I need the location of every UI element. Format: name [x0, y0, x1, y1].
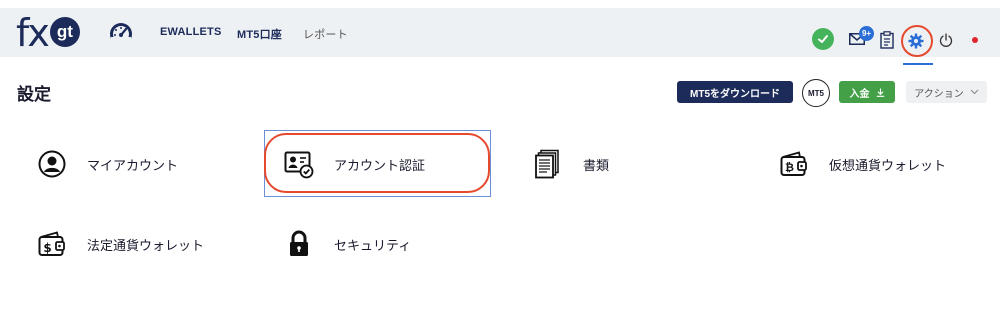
nav-mt5-accounts[interactable]: MT5口座 — [237, 26, 282, 42]
mt5-dropdown-button[interactable]: MT5 — [802, 79, 830, 107]
top-navigation-bar: fx gt EWALLETS MT5口座 レポート 9+ — [0, 8, 1000, 65]
logo-fx-text: fx — [16, 11, 50, 55]
action-label: アクション — [914, 88, 964, 100]
deposit-label: 入金 — [849, 88, 870, 100]
logo-gt-badge: gt — [49, 17, 80, 47]
id-card-check-icon — [284, 149, 314, 179]
settings-item-label: セキュリティ — [334, 237, 412, 253]
dashboard-speedometer-icon[interactable] — [108, 21, 134, 45]
settings-item-label: マイアカウント — [87, 157, 179, 173]
settings-item-crypto-wallet[interactable]: ₿ 仮想通貨ウォレット — [779, 148, 946, 180]
nav-ewallets[interactable]: EWALLETS — [160, 26, 222, 38]
mail-count-badge: 9+ — [859, 26, 874, 41]
download-arrow-icon — [876, 88, 884, 97]
nav-reports[interactable]: レポート — [303, 26, 348, 42]
settings-active-indicator — [903, 63, 933, 65]
gear-icon[interactable] — [907, 32, 925, 50]
svg-text:₿: ₿ — [785, 161, 794, 174]
verified-status-check-icon[interactable] — [812, 28, 834, 50]
chevron-down-icon — [970, 89, 979, 95]
settings-item-account-verification[interactable]: アカウント認証 — [284, 148, 425, 180]
deposit-button[interactable]: 入金 — [839, 81, 895, 103]
svg-text:$: $ — [43, 241, 51, 255]
documents-icon — [533, 149, 563, 179]
settings-item-label: 仮想通貨ウォレット — [829, 157, 947, 173]
mt5-download-button[interactable]: MT5をダウンロード — [677, 81, 793, 103]
settings-item-my-account[interactable]: マイアカウント — [37, 148, 178, 180]
page-title: 設定 — [17, 85, 51, 104]
settings-item-label: アカウント認証 — [334, 157, 426, 173]
settings-item-documents[interactable]: 書類 — [533, 148, 609, 180]
fxgt-logo[interactable]: fx gt — [16, 11, 80, 55]
japan-flag-icon[interactable] — [972, 37, 978, 43]
user-circle-icon — [37, 149, 67, 179]
clipboard-icon[interactable] — [879, 30, 895, 50]
action-dropdown-button[interactable]: アクション — [906, 81, 987, 103]
settings-item-security[interactable]: セキュリティ — [284, 228, 411, 260]
settings-item-label: 書類 — [583, 157, 610, 173]
crypto-wallet-icon: ₿ — [779, 149, 809, 179]
fiat-wallet-icon: $ — [37, 229, 67, 259]
settings-item-label: 法定通貨ウォレット — [87, 237, 205, 253]
lock-icon — [284, 229, 314, 259]
mt5-label: MT5 — [808, 88, 824, 98]
power-icon[interactable] — [937, 31, 955, 49]
settings-item-fiat-wallet[interactable]: $ 法定通貨ウォレット — [37, 228, 204, 260]
